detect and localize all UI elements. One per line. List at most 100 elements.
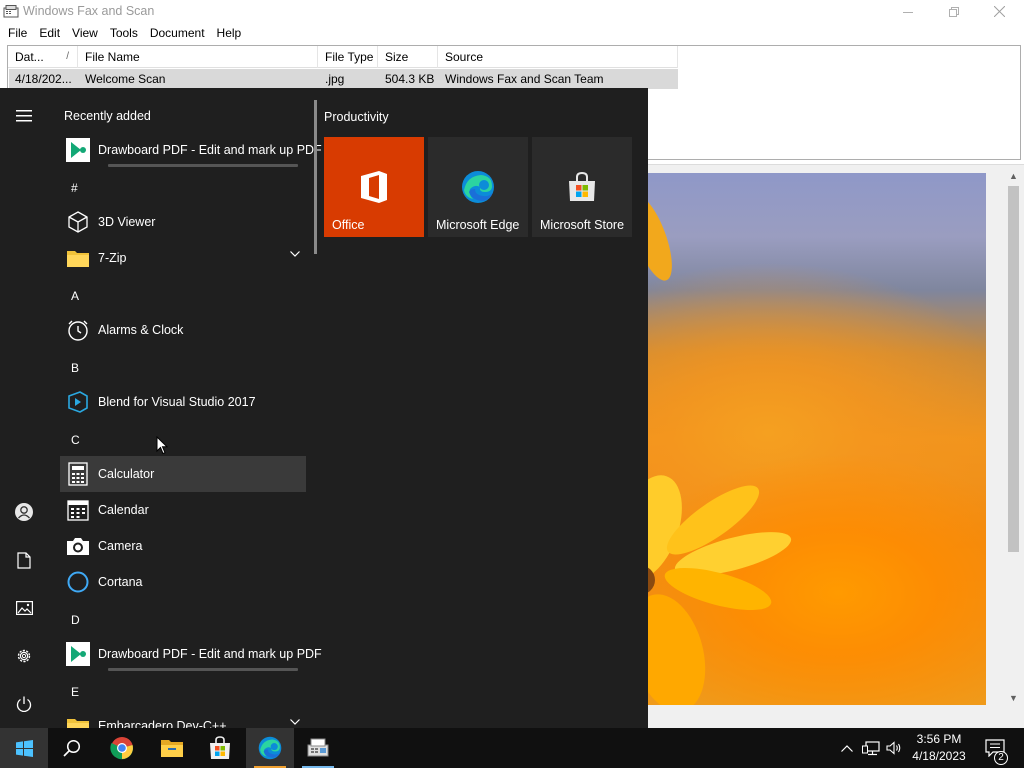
app-camera[interactable]: Camera bbox=[60, 528, 306, 564]
app-drawboard[interactable]: Drawboard PDF - Edit and mark up PDF bbox=[60, 636, 322, 672]
menu-help[interactable]: Help bbox=[211, 26, 248, 40]
close-button[interactable] bbox=[976, 0, 1022, 23]
drawboard-icon bbox=[62, 134, 94, 166]
minimize-button[interactable] bbox=[885, 0, 931, 23]
chevron-down-icon[interactable] bbox=[290, 719, 300, 725]
start-rail bbox=[0, 88, 48, 728]
cell-file-type: .jpg bbox=[325, 72, 345, 86]
app-list: Recently added Drawboard PDF - Edit and … bbox=[48, 88, 322, 728]
column-source[interactable]: Source bbox=[438, 46, 678, 68]
file-explorer-icon bbox=[161, 740, 183, 757]
menu-edit[interactable]: Edit bbox=[33, 26, 66, 40]
taskbar-chrome[interactable] bbox=[98, 728, 146, 768]
group-letter-a[interactable]: A bbox=[71, 289, 79, 303]
scroll-up-icon[interactable]: ▲ bbox=[1005, 168, 1022, 184]
taskbar-file-explorer[interactable] bbox=[148, 728, 196, 768]
scroll-down-icon[interactable]: ▼ bbox=[1005, 690, 1022, 706]
hamburger-icon bbox=[16, 110, 32, 122]
drawboard-icon bbox=[62, 638, 94, 670]
app-label: Alarms & Clock bbox=[98, 323, 184, 337]
table-row[interactable]: 4/18/202... Welcome Scan .jpg 504.3 KB W… bbox=[9, 69, 678, 89]
column-date[interactable]: Dat... / bbox=[8, 46, 78, 68]
power-icon bbox=[16, 696, 32, 712]
scroll-thumb[interactable] bbox=[1008, 186, 1019, 552]
start-icon bbox=[15, 739, 33, 757]
document-icon bbox=[17, 551, 31, 569]
volume-icon bbox=[886, 741, 901, 755]
office-icon bbox=[324, 167, 424, 207]
group-letter-d[interactable]: D bbox=[71, 613, 80, 627]
account-button[interactable] bbox=[0, 488, 48, 536]
pictures-button[interactable] bbox=[0, 584, 48, 632]
fax-scan-app-icon bbox=[3, 5, 19, 18]
app-7-zip[interactable]: 7-Zip bbox=[60, 240, 306, 276]
chrome-icon bbox=[110, 737, 134, 760]
menu-file[interactable]: File bbox=[2, 26, 33, 40]
search-button[interactable] bbox=[48, 728, 96, 768]
menu-view[interactable]: View bbox=[66, 26, 104, 40]
start-button[interactable] bbox=[0, 728, 48, 768]
app-3d-viewer[interactable]: 3D Viewer bbox=[60, 204, 306, 240]
blend-icon bbox=[62, 386, 94, 418]
restore-button[interactable] bbox=[931, 0, 977, 23]
scan-preview-image bbox=[648, 173, 986, 705]
tile-label: Office bbox=[332, 218, 365, 232]
group-letter-c[interactable]: C bbox=[71, 433, 80, 447]
app-cortana[interactable]: Cortana bbox=[60, 564, 306, 600]
folder-icon bbox=[62, 242, 94, 274]
app-label: Embarcadero Dev-C++ bbox=[98, 719, 227, 728]
preview-scrollbar[interactable]: ▲ ▼ bbox=[1005, 168, 1022, 706]
app-label: Drawboard PDF - Edit and mark up PDF bbox=[98, 647, 322, 661]
clock-date: 4/18/2023 bbox=[912, 749, 966, 763]
documents-button[interactable] bbox=[0, 536, 48, 584]
pictures-icon bbox=[15, 601, 33, 615]
column-file-name[interactable]: File Name bbox=[78, 46, 318, 68]
tile-label: Microsoft Edge bbox=[436, 218, 520, 232]
search-icon bbox=[63, 739, 81, 757]
column-file-type[interactable]: File Type bbox=[318, 46, 378, 68]
clock-icon bbox=[62, 314, 94, 346]
network-button[interactable] bbox=[860, 728, 882, 768]
fax-scan-icon bbox=[307, 738, 329, 757]
taskbar: 3:56 PM 4/18/2023 bbox=[0, 728, 1024, 768]
tile-microsoft-edge[interactable]: Microsoft Edge bbox=[428, 137, 528, 237]
app-blend[interactable]: Blend for Visual Studio 2017 bbox=[60, 384, 306, 420]
menu-tools[interactable]: Tools bbox=[104, 26, 144, 40]
chevron-up-icon bbox=[841, 744, 853, 752]
minimize-icon bbox=[903, 11, 913, 13]
tile-office[interactable]: Office bbox=[324, 137, 424, 237]
volume-button[interactable] bbox=[884, 728, 904, 768]
app-calculator[interactable]: Calculator bbox=[60, 456, 306, 492]
app-list-scrollbar[interactable] bbox=[314, 100, 317, 254]
app-embarcadero[interactable]: Embarcadero Dev-C++ bbox=[60, 708, 306, 728]
menu-bar: File Edit View Tools Document Help bbox=[0, 23, 1024, 43]
expand-button[interactable] bbox=[0, 92, 48, 140]
settings-button[interactable] bbox=[0, 632, 48, 680]
cell-date: 4/18/202... bbox=[15, 72, 72, 86]
user-icon bbox=[15, 503, 33, 521]
app-drawboard-recent[interactable]: Drawboard PDF - Edit and mark up PDF bbox=[60, 132, 322, 168]
app-label: 7-Zip bbox=[98, 251, 127, 265]
power-button[interactable] bbox=[0, 680, 48, 728]
taskbar-store[interactable] bbox=[196, 728, 244, 768]
show-hidden-icons-button[interactable] bbox=[838, 728, 856, 768]
tile-microsoft-store[interactable]: Microsoft Store bbox=[532, 137, 632, 237]
mouse-cursor-icon bbox=[156, 436, 168, 455]
system-clock[interactable]: 3:56 PM 4/18/2023 bbox=[905, 731, 973, 765]
taskbar-fax-scan[interactable] bbox=[294, 728, 342, 768]
store-icon bbox=[532, 167, 632, 207]
app-alarms-clock[interactable]: Alarms & Clock bbox=[60, 312, 306, 348]
title-bar[interactable]: Windows Fax and Scan bbox=[0, 0, 1024, 23]
notification-count-badge: 2 bbox=[994, 751, 1008, 765]
taskbar-edge[interactable] bbox=[246, 728, 294, 768]
app-label: Calendar bbox=[98, 503, 149, 517]
group-letter-e[interactable]: E bbox=[71, 685, 79, 699]
app-label: Camera bbox=[98, 539, 143, 553]
menu-document[interactable]: Document bbox=[144, 26, 211, 40]
group-letter-hash[interactable]: # bbox=[71, 181, 78, 195]
app-calendar[interactable]: Calendar bbox=[60, 492, 306, 528]
chevron-down-icon[interactable] bbox=[290, 251, 300, 257]
install-progress-bar bbox=[108, 668, 298, 671]
group-letter-b[interactable]: B bbox=[71, 361, 79, 375]
column-size[interactable]: Size bbox=[378, 46, 438, 68]
